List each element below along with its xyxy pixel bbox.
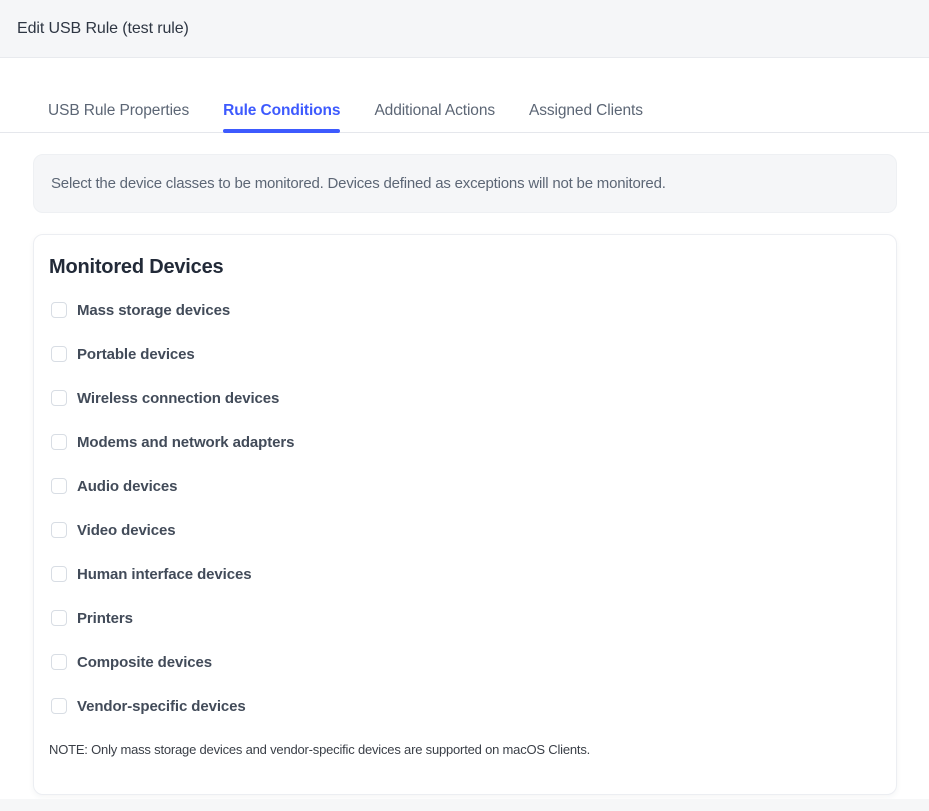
checkbox-human-interface-devices[interactable]: [51, 566, 67, 582]
checkbox-modems-and-network-adapters[interactable]: [51, 434, 67, 450]
checkbox-vendor-specific-devices[interactable]: [51, 698, 67, 714]
device-class-row-modems-and-network-adapters[interactable]: Modems and network adapters: [51, 432, 881, 452]
monitored-devices-card: Monitored Devices Mass storage devices P…: [33, 234, 897, 795]
device-class-row-audio-devices[interactable]: Audio devices: [51, 476, 881, 496]
device-class-row-composite-devices[interactable]: Composite devices: [51, 652, 881, 672]
checkbox-mass-storage-devices[interactable]: [51, 302, 67, 318]
device-class-label[interactable]: Human interface devices: [77, 566, 251, 583]
checkbox-composite-devices[interactable]: [51, 654, 67, 670]
page-bottom-background: [0, 799, 929, 811]
checkbox-video-devices[interactable]: [51, 522, 67, 538]
device-class-list: Mass storage devices Portable devices Wi…: [49, 300, 881, 716]
tab-additional-actions[interactable]: Additional Actions: [374, 102, 495, 132]
device-class-label[interactable]: Composite devices: [77, 654, 212, 671]
device-class-label[interactable]: Printers: [77, 610, 133, 627]
checkbox-printers[interactable]: [51, 610, 67, 626]
macos-support-note: NOTE: Only mass storage devices and vend…: [49, 742, 881, 757]
device-class-row-portable-devices[interactable]: Portable devices: [51, 344, 881, 364]
device-class-label[interactable]: Video devices: [77, 522, 175, 539]
device-class-row-printers[interactable]: Printers: [51, 608, 881, 628]
device-class-row-vendor-specific-devices[interactable]: Vendor-specific devices: [51, 696, 881, 716]
info-banner: Select the device classes to be monitore…: [33, 154, 897, 213]
device-class-label[interactable]: Wireless connection devices: [77, 390, 279, 407]
device-class-label[interactable]: Portable devices: [77, 346, 195, 363]
info-banner-text: Select the device classes to be monitore…: [51, 175, 666, 192]
device-class-label[interactable]: Audio devices: [77, 478, 177, 495]
device-class-label[interactable]: Modems and network adapters: [77, 434, 294, 451]
device-class-row-wireless-connection-devices[interactable]: Wireless connection devices: [51, 388, 881, 408]
device-class-row-video-devices[interactable]: Video devices: [51, 520, 881, 540]
device-class-label[interactable]: Mass storage devices: [77, 302, 230, 319]
checkbox-audio-devices[interactable]: [51, 478, 67, 494]
dialog-title: Edit USB Rule (test rule): [17, 20, 189, 38]
card-title: Monitored Devices: [49, 256, 881, 278]
device-class-label[interactable]: Vendor-specific devices: [77, 698, 246, 715]
device-class-row-mass-storage-devices[interactable]: Mass storage devices: [51, 300, 881, 320]
tabs: USB Rule Properties Rule Conditions Additi…: [0, 102, 929, 133]
device-class-row-human-interface-devices[interactable]: Human interface devices: [51, 564, 881, 584]
checkbox-portable-devices[interactable]: [51, 346, 67, 362]
tab-assigned-clients[interactable]: Assigned Clients: [529, 102, 643, 132]
checkbox-wireless-connection-devices[interactable]: [51, 390, 67, 406]
dialog-header: Edit USB Rule (test rule): [0, 0, 929, 58]
tab-usb-rule-properties[interactable]: USB Rule Properties: [48, 102, 189, 132]
tab-rule-conditions[interactable]: Rule Conditions: [223, 102, 340, 132]
